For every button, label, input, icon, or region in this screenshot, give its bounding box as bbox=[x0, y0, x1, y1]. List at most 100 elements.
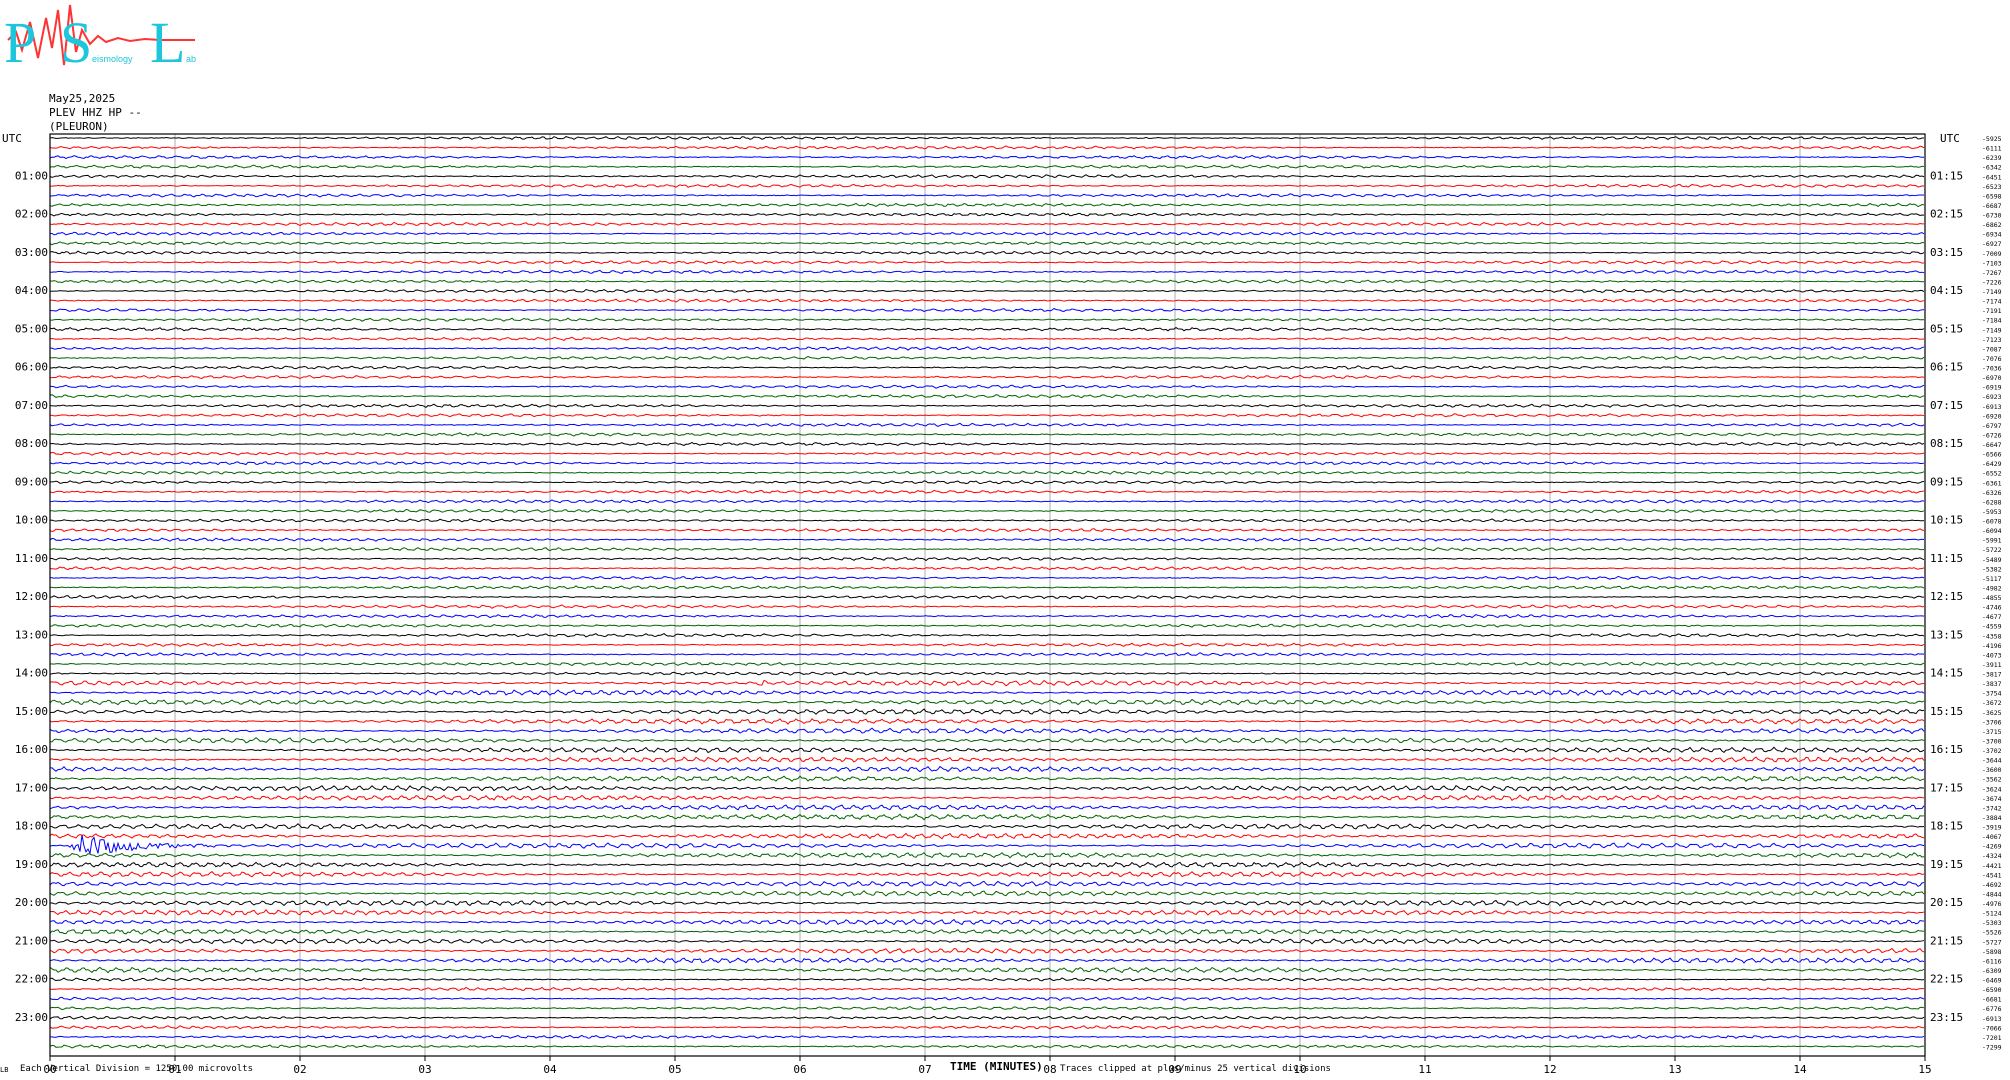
seismic-trace bbox=[49, 918, 1925, 926]
trace-offset-label: -4067 bbox=[1982, 833, 2002, 841]
seismic-trace bbox=[49, 193, 1925, 198]
seismic-trace bbox=[49, 518, 1925, 523]
trace-offset-label: -6862 bbox=[1982, 221, 2002, 229]
right-hour-label: 18:15 bbox=[1930, 820, 1963, 833]
vertical-division-note: Each Vertical Division = 1250.00 microvo… bbox=[20, 1064, 253, 1074]
left-hour-label: 18:00 bbox=[15, 820, 48, 833]
seismic-trace bbox=[49, 241, 1925, 246]
right-hour-label: 09:15 bbox=[1930, 475, 1963, 488]
right-hour-label: 02:15 bbox=[1930, 208, 1963, 221]
seismic-trace bbox=[49, 957, 1925, 964]
x-tick-label: 07 bbox=[918, 1063, 931, 1076]
seismic-trace bbox=[49, 326, 1925, 332]
trace-offset-label: -3884 bbox=[1982, 814, 2002, 822]
seismic-trace bbox=[49, 164, 1925, 169]
trace-offset-label: -6970 bbox=[1982, 374, 2002, 382]
seismic-trace bbox=[49, 890, 1925, 897]
x-tick-label: 13 bbox=[1668, 1063, 1681, 1076]
seismic-trace bbox=[49, 183, 1925, 188]
seismic-trace bbox=[49, 765, 1925, 773]
seismic-trace bbox=[49, 537, 1925, 542]
seismic-trace bbox=[49, 489, 1925, 494]
left-hour-label: 05:00 bbox=[15, 322, 48, 335]
left-hour-label: 19:00 bbox=[15, 858, 48, 871]
left-hour-label: 22:00 bbox=[15, 973, 48, 986]
trace-offset-label: -4541 bbox=[1982, 871, 2002, 879]
seismic-trace bbox=[49, 221, 1925, 227]
x-tick-label: 11 bbox=[1418, 1063, 1431, 1076]
trace-offset-label: -3672 bbox=[1982, 699, 2002, 707]
seismic-trace bbox=[49, 575, 1925, 581]
left-hour-label: 12:00 bbox=[15, 590, 48, 603]
right-hour-label: 11:15 bbox=[1930, 552, 1963, 565]
trace-offset-label: -5303 bbox=[1982, 919, 2002, 927]
seismic-trace bbox=[49, 135, 1925, 141]
trace-offset-label: -5722 bbox=[1982, 546, 2002, 554]
seismic-trace bbox=[49, 365, 1925, 370]
trace-offset-label: -4559 bbox=[1982, 623, 2002, 631]
right-utc-axis: UTC 01:15 02:15 03:15 04:15 05:15 06:15 07:15 08… bbox=[1930, 132, 1963, 1024]
seismic-trace bbox=[49, 403, 1925, 409]
trace-offset-label: -6797 bbox=[1982, 422, 2002, 430]
seismic-trace bbox=[49, 928, 1925, 935]
seismic-trace bbox=[49, 279, 1925, 284]
trace-offset-label: -7149 bbox=[1982, 326, 2002, 334]
left-hour-label: 08:00 bbox=[15, 437, 48, 450]
seismic-trace bbox=[49, 269, 1925, 274]
seismic-trace bbox=[49, 785, 1925, 792]
seismic-trace bbox=[49, 174, 1925, 179]
trace-offset-label: -6913 bbox=[1982, 403, 2002, 411]
trace-offset-label: -7123 bbox=[1982, 336, 2002, 344]
trace-offset-label: -3706 bbox=[1982, 718, 2002, 726]
trace-offset-label: -6469 bbox=[1982, 977, 2002, 985]
trace-offset-label: -6726 bbox=[1982, 431, 2002, 439]
x-tick-label: 08 bbox=[1043, 1063, 1056, 1076]
seismic-trace bbox=[49, 413, 1925, 418]
right-hour-label: 01:15 bbox=[1930, 169, 1963, 182]
seismic-trace bbox=[49, 1015, 1925, 1020]
seismic-trace bbox=[49, 794, 1925, 802]
seismic-trace bbox=[49, 851, 1925, 859]
x-tick-label: 12 bbox=[1543, 1063, 1556, 1076]
seismic-trace bbox=[49, 614, 1925, 619]
trace-offset-label: -3625 bbox=[1982, 709, 2002, 717]
trace-offset-label: -5898 bbox=[1982, 948, 2002, 956]
trace-offset-label: -6116 bbox=[1982, 957, 2002, 965]
left-hour-label: 17:00 bbox=[15, 781, 48, 794]
trace-offset-label: -5117 bbox=[1982, 575, 2002, 583]
right-hour-label: 07:15 bbox=[1930, 399, 1963, 412]
seismic-trace bbox=[49, 556, 1925, 562]
left-hour-label: 09:00 bbox=[15, 475, 48, 488]
seismic-trace bbox=[49, 585, 1925, 590]
seismic-trace bbox=[49, 775, 1925, 782]
trace-offset-label: -6326 bbox=[1982, 489, 2002, 497]
trace-offset-label: -6552 bbox=[1982, 470, 2002, 478]
left-hour-label: 03:00 bbox=[15, 246, 48, 259]
trace-offset-label: -3624 bbox=[1982, 785, 2002, 793]
seismic-trace bbox=[49, 1044, 1925, 1049]
trace-offset-label: -5382 bbox=[1982, 565, 2002, 573]
right-utc-title: UTC bbox=[1940, 132, 1960, 145]
x-tick-label: 05 bbox=[668, 1063, 681, 1076]
seismic-trace bbox=[49, 422, 1925, 428]
left-hour-label: 01:00 bbox=[15, 169, 48, 182]
left-hour-label: 06:00 bbox=[15, 361, 48, 374]
trace-offset-label: -6598 bbox=[1982, 192, 2002, 200]
trace-offset-label: -7267 bbox=[1982, 269, 2002, 277]
seismic-trace bbox=[49, 307, 1925, 313]
trace-offset-label: -4844 bbox=[1982, 890, 2002, 898]
seismic-trace bbox=[49, 861, 1925, 868]
seismic-trace bbox=[49, 145, 1925, 150]
seismic-trace bbox=[49, 451, 1925, 456]
seismic-trace bbox=[49, 441, 1925, 447]
trace-offset-label: -6919 bbox=[1982, 384, 2002, 392]
trace-offset-label: -3817 bbox=[1982, 671, 2002, 679]
trace-offset-label: -6429 bbox=[1982, 460, 2002, 468]
seismic-trace bbox=[49, 832, 1925, 840]
trace-offset-label: -5489 bbox=[1982, 556, 2002, 564]
seismic-trace bbox=[49, 834, 1925, 856]
trace-offset-label: -6451 bbox=[1982, 173, 2002, 181]
seismic-trace bbox=[49, 547, 1925, 552]
trace-offset-label: -5124 bbox=[1982, 910, 2002, 918]
trace-offset-label: -7184 bbox=[1982, 317, 2002, 325]
